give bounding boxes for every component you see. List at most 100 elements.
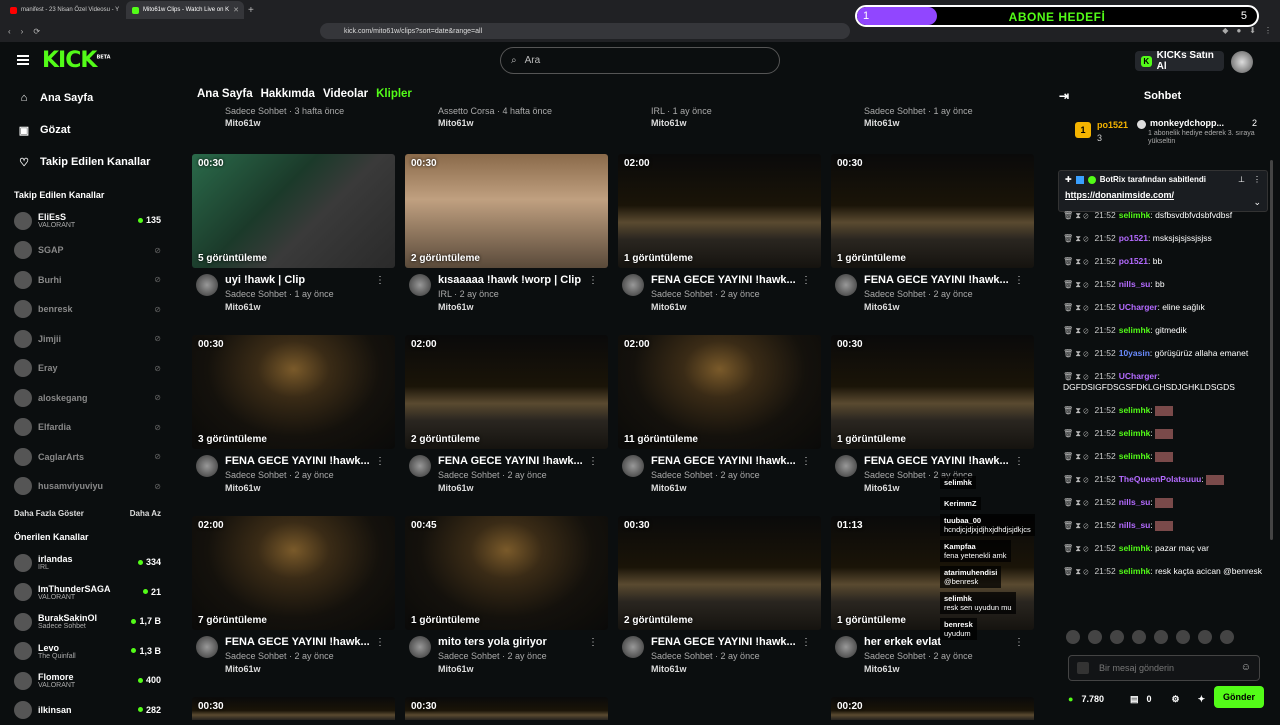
address-bar[interactable]: kick.com/mito61w/clips?sort=date&range=a… — [320, 23, 850, 39]
message-username[interactable]: po1521 — [1119, 233, 1148, 243]
chat-message[interactable]: 🗑 ⧗ ⊘21:52nills_su: bb — [1063, 279, 1273, 290]
nav-browse[interactable]: ▣Gözat — [0, 114, 175, 146]
tab-home[interactable]: Ana Sayfa — [197, 88, 253, 100]
chat-message[interactable]: 🗑 ⧗ ⊘21:52nills_su: — [1063, 520, 1273, 531]
avatar[interactable] — [409, 274, 431, 296]
moderation-icon[interactable]: 🗑 ⧗ ⊘ — [1063, 429, 1088, 438]
chat-message[interactable]: 🗑 ⧗ ⊘21:52po1521: bb — [1063, 256, 1273, 267]
sidebar-channel-jimjii[interactable]: Jimjii⊘ — [0, 324, 175, 354]
close-icon[interactable]: ✕ — [233, 6, 239, 14]
clip-thumbnail[interactable]: 02:001 görüntüleme — [618, 154, 821, 268]
clip-thumbnail[interactable]: 00:451 görüntüleme — [405, 516, 608, 630]
clip-title[interactable]: kısaaaaa !hawk !worp | Clip — [438, 274, 593, 286]
sidebar-channel-irlandas[interactable]: irlandasIRL334 — [0, 548, 175, 578]
moderation-icon[interactable]: 🗑 ⧗ ⊘ — [1063, 498, 1088, 507]
message-username[interactable]: nills_su — [1119, 279, 1151, 289]
sidebar-channel-buraksakinol[interactable]: BurakSakinOlSadece Sohbet1,7 B — [0, 607, 175, 637]
more-options-icon[interactable]: ⋮ — [1014, 275, 1024, 286]
moderation-icon[interactable]: 🗑 ⧗ ⊘ — [1063, 521, 1088, 530]
nav-home[interactable]: ⌂Ana Sayfa — [0, 82, 175, 114]
message-username[interactable]: selimhk — [1119, 210, 1151, 220]
more-options-icon[interactable]: ⋮ — [588, 456, 598, 467]
clip-card[interactable]: 02:002 görüntülemeFENA GECE YAYINI !hawk… — [405, 335, 608, 499]
kicks-wallet-icon[interactable]: ▤ — [1130, 694, 1139, 705]
chat-message[interactable]: 🗑 ⧗ ⊘21:52selimhk: resk kaçta acican @be… — [1063, 566, 1273, 577]
unpin-icon[interactable]: ⊥ — [1238, 175, 1245, 184]
chat-message[interactable]: 🗑 ⧗ ⊘21:52UCharger: eline sağlık — [1063, 302, 1273, 313]
clip-owner[interactable]: Mito61w — [864, 483, 900, 493]
moderation-icon[interactable]: 🗑 ⧗ ⊘ — [1063, 372, 1088, 381]
kick-logo[interactable]: KICKBETA — [42, 48, 111, 73]
gift-icon[interactable]: ✦ — [1198, 694, 1206, 705]
message-username[interactable]: selimhk — [1119, 566, 1151, 576]
avatar[interactable] — [835, 274, 857, 296]
message-username[interactable]: UCharger — [1119, 371, 1158, 381]
message-username[interactable]: selimhk — [1119, 543, 1151, 553]
show-more-link[interactable]: Daha Fazla Göster — [14, 509, 84, 518]
avatar[interactable] — [835, 455, 857, 477]
chat-message[interactable]: 🗑 ⧗ ⊘21:52selimhk: pazar maç var — [1063, 543, 1273, 554]
search-input[interactable]: ⌕Ara — [500, 47, 780, 74]
nav-following[interactable]: ♡Takip Edilen Kanallar — [0, 146, 175, 178]
clip-thumbnail[interactable]: 00:301 görüntüleme — [831, 335, 1034, 449]
clip-thumbnail[interactable]: 02:007 görüntüleme — [192, 516, 395, 630]
clip-card[interactable]: 00:301 görüntülemeFENA GECE YAYINI !hawk… — [831, 154, 1034, 318]
moderation-icon[interactable]: 🗑 ⧗ ⊘ — [1063, 544, 1088, 553]
scrollbar[interactable] — [1270, 160, 1273, 540]
emote-icon[interactable] — [1154, 630, 1168, 644]
chat-message[interactable]: 🗑 ⧗ ⊘21:52selimhk: — [1063, 451, 1273, 462]
buy-kicks-button[interactable]: KKICKs Satın Al — [1135, 51, 1224, 71]
message-username[interactable]: nills_su — [1119, 497, 1151, 507]
clip-title[interactable]: uyi !hawk | Clip — [225, 274, 380, 286]
clip-owner[interactable]: Mito61w — [438, 302, 474, 312]
moderation-icon[interactable]: 🗑 ⧗ ⊘ — [1063, 452, 1088, 461]
moderation-icon[interactable]: 🗑 ⧗ ⊘ — [1063, 280, 1088, 289]
message-username[interactable]: 10yasin — [1119, 348, 1150, 358]
moderation-icon[interactable]: 🗑 ⧗ ⊘ — [1063, 567, 1088, 576]
reload-icon[interactable]: ⟳ — [33, 27, 40, 36]
extension-icon[interactable]: ● — [1236, 26, 1241, 35]
clip-card[interactable]: 00:20 — [831, 697, 1034, 720]
download-icon[interactable]: ⬇ — [1249, 26, 1256, 35]
clip-thumbnail[interactable]: 00:303 görüntüleme — [192, 335, 395, 449]
message-username[interactable]: po1521 — [1119, 256, 1148, 266]
moderation-icon[interactable]: 🗑 ⧗ ⊘ — [1063, 303, 1088, 312]
avatar[interactable] — [835, 636, 857, 658]
sidebar-channel-elfardia[interactable]: Elfardia⊘ — [0, 413, 175, 443]
emote-icon[interactable] — [1066, 630, 1080, 644]
sidebar-channel-eliess[interactable]: EliEsSVALORANT135 — [0, 206, 175, 236]
clip-owner[interactable]: Mito61w — [225, 483, 261, 493]
more-options-icon[interactable]: ⋮ — [588, 637, 598, 648]
clip-card[interactable]: 00:302 görüntülemeFENA GECE YAYINI !hawk… — [618, 516, 821, 680]
clip-thumbnail[interactable]: 00:301 görüntüleme — [831, 154, 1034, 268]
sidebar-channel-aloskegang[interactable]: aloskegang⊘ — [0, 383, 175, 413]
clip-title[interactable]: FENA GECE YAYINI !hawk... — [651, 455, 806, 467]
settings-icon[interactable]: ⚙ — [1172, 694, 1180, 705]
more-options-icon[interactable]: ⋮ — [801, 637, 811, 648]
emote-icon[interactable] — [1198, 630, 1212, 644]
chat-message[interactable]: 🗑 ⧗ ⊘21:5210yasin: görüşürüz allaha eman… — [1063, 348, 1273, 359]
moderation-icon[interactable]: 🗑 ⧗ ⊘ — [1063, 406, 1088, 415]
clip-card[interactable]: 00:30 — [192, 697, 395, 720]
message-username[interactable]: TheQueenPolatsuuu — [1119, 474, 1202, 484]
clip-owner[interactable]: Mito61w — [651, 302, 687, 312]
emote-icon[interactable] — [1176, 630, 1190, 644]
chat-message[interactable]: 🗑 ⧗ ⊘21:52nills_su: — [1063, 497, 1273, 508]
avatar[interactable] — [409, 455, 431, 477]
avatar[interactable] — [409, 636, 431, 658]
sidebar-channel-ilkinsan[interactable]: ilkinsan282 — [0, 696, 175, 725]
avatar[interactable] — [622, 636, 644, 658]
avatar[interactable] — [196, 274, 218, 296]
more-options-icon[interactable]: ⋮ — [801, 456, 811, 467]
clip-card[interactable]: 00:305 görüntülemeuyi !hawk | ClipSadece… — [192, 154, 395, 318]
message-username[interactable]: selimhk — [1119, 451, 1151, 461]
forward-icon[interactable]: › — [21, 27, 24, 36]
clip-thumbnail[interactable]: 00:30 — [192, 697, 395, 720]
emote-icon[interactable] — [1132, 630, 1146, 644]
partial-clip-meta[interactable]: IRL · 1 ay önceMito61w — [651, 106, 712, 128]
more-options-icon[interactable]: ⋮ — [1014, 456, 1024, 467]
clip-owner[interactable]: Mito61w — [225, 664, 261, 674]
clip-owner[interactable]: Mito61w — [651, 483, 687, 493]
clip-thumbnail[interactable]: 02:0011 görüntüleme — [618, 335, 821, 449]
back-icon[interactable]: ‹ — [8, 27, 11, 36]
